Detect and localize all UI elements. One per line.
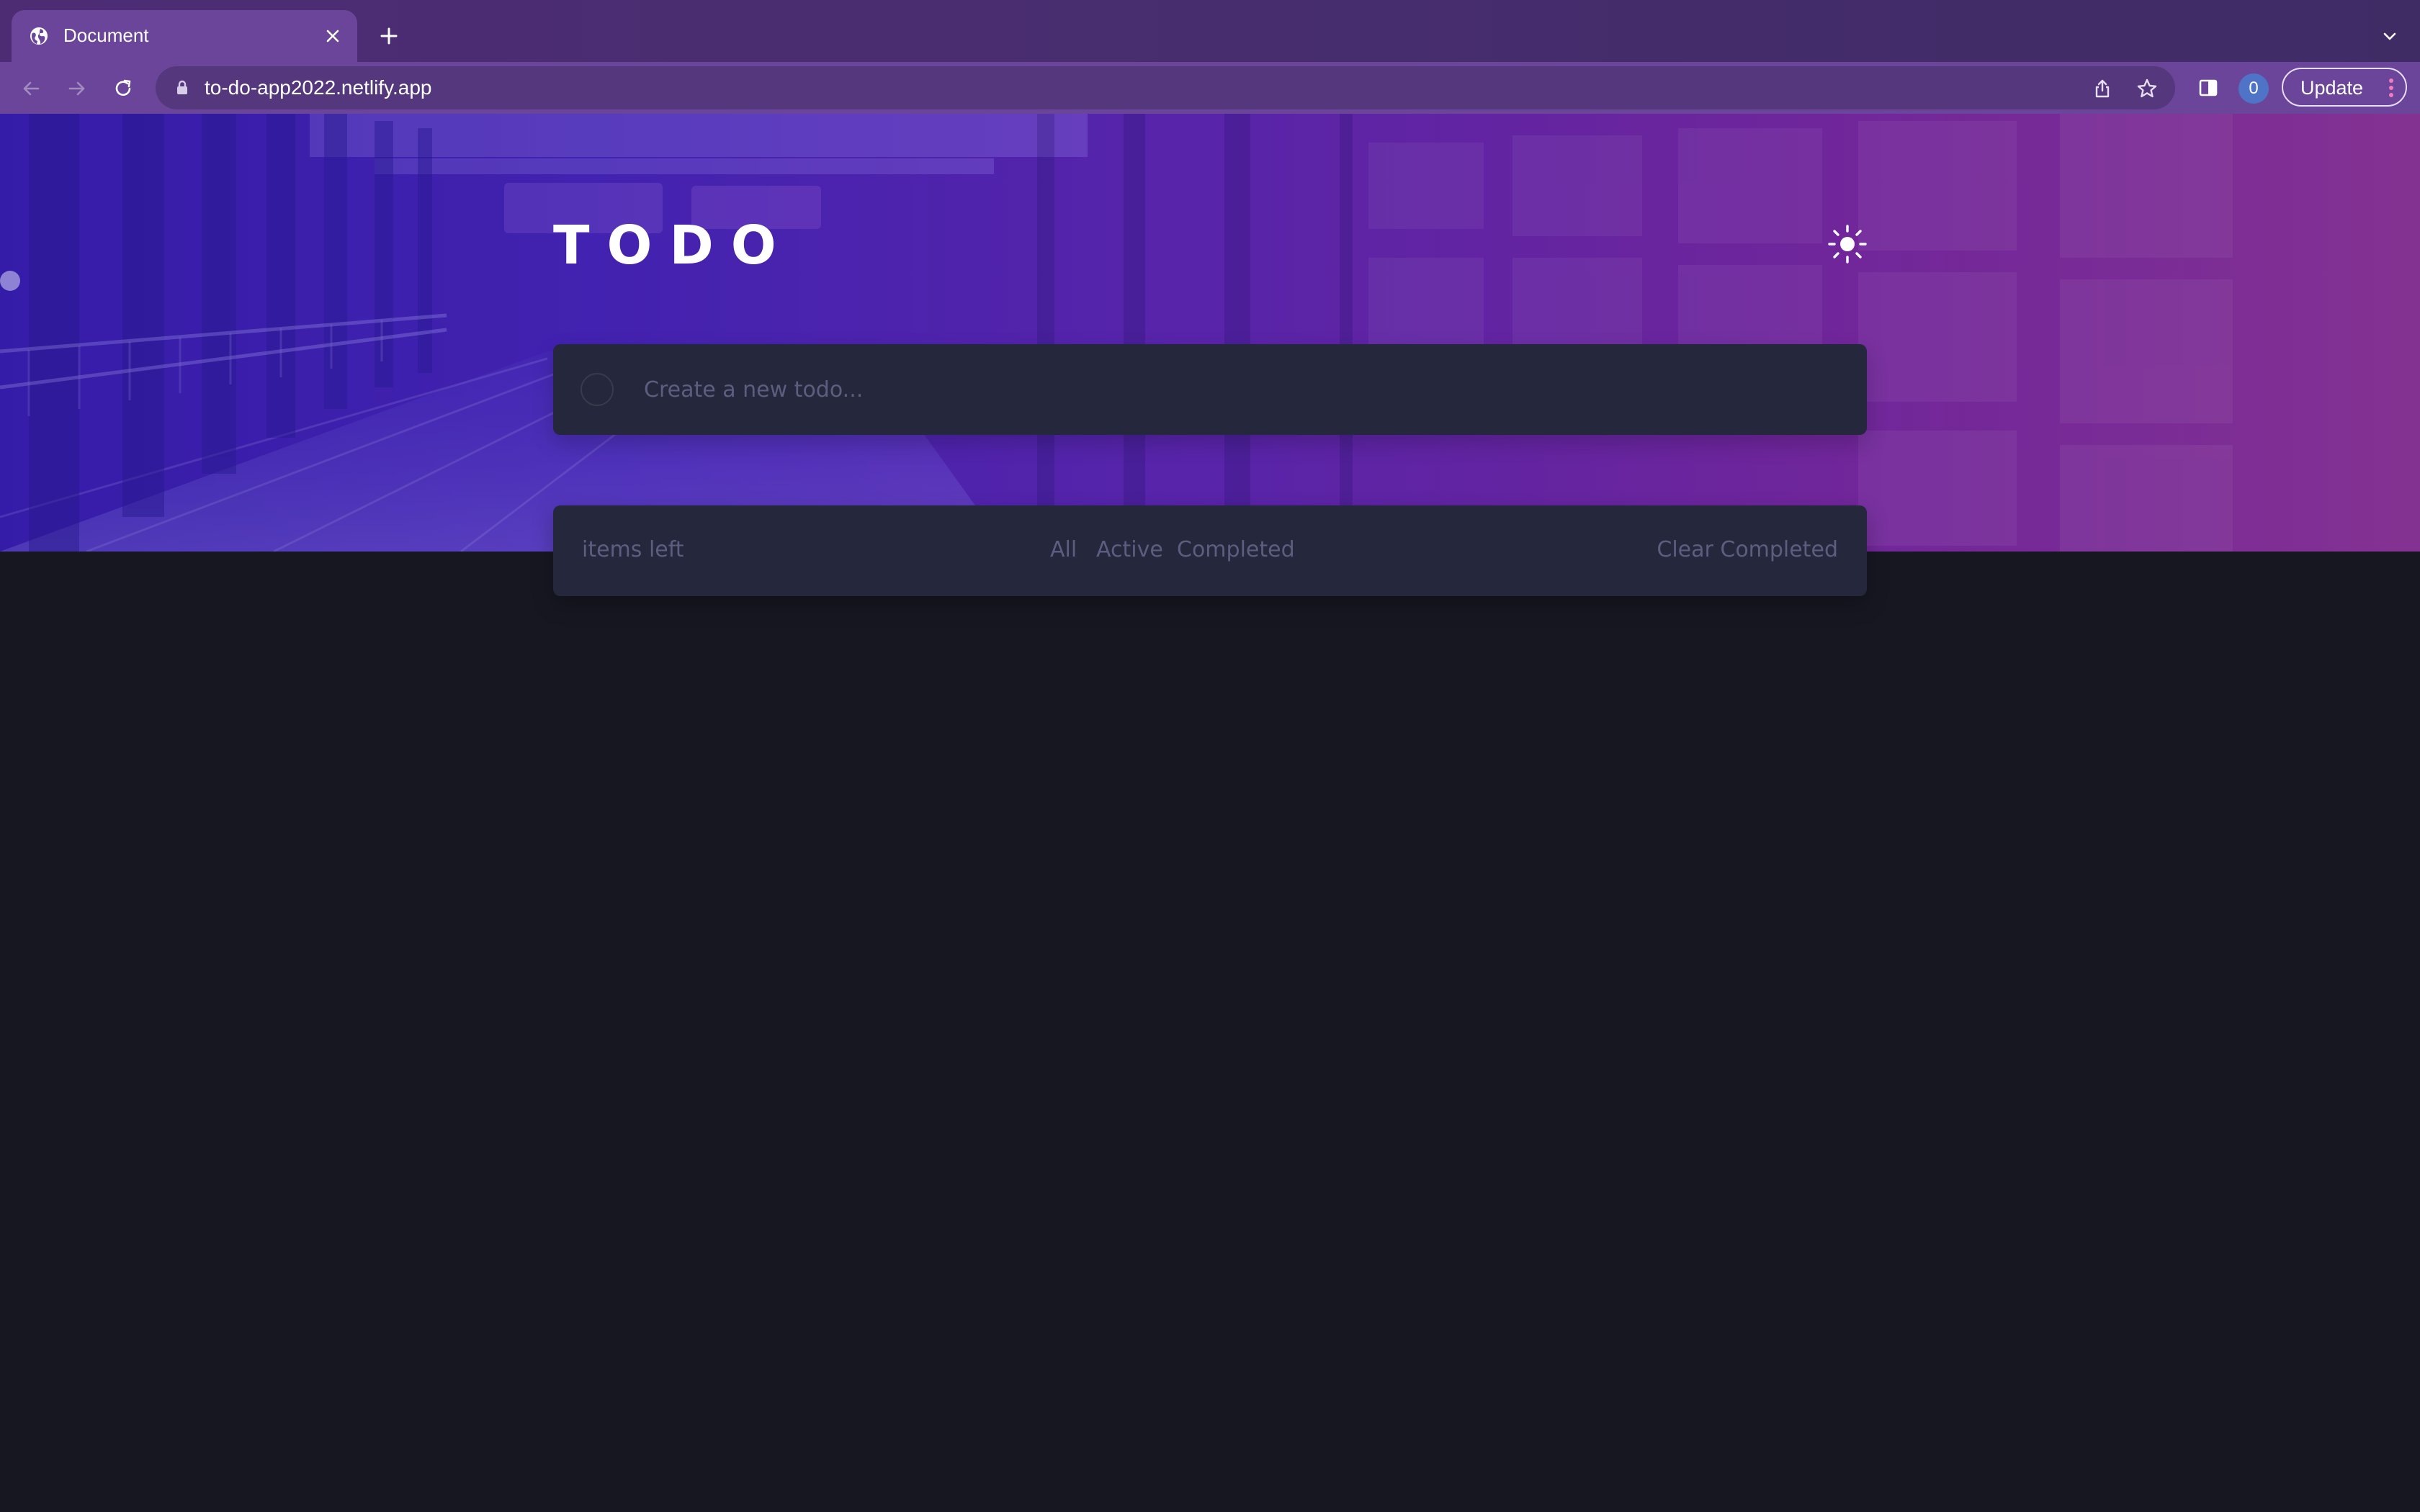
clear-completed-button[interactable]: Clear Completed bbox=[1657, 537, 1838, 563]
filter-active[interactable]: Active bbox=[1096, 537, 1163, 563]
filter-completed[interactable]: Completed bbox=[1177, 537, 1295, 563]
chevron-down-icon[interactable] bbox=[2375, 22, 2404, 50]
more-vertical-icon[interactable] bbox=[2387, 77, 2396, 99]
lock-icon[interactable] bbox=[173, 78, 192, 97]
arrow-left-icon[interactable] bbox=[14, 72, 48, 105]
new-todo-input[interactable] bbox=[644, 364, 1825, 415]
app-title: TODO bbox=[553, 215, 794, 276]
items-left-count: items left bbox=[582, 537, 684, 562]
browser-toolbar: to-do-app2022.netlify.app 0 Update bbox=[0, 62, 2420, 115]
hero-banner: TODO bbox=[0, 114, 2420, 552]
new-todo-card bbox=[553, 344, 1867, 435]
browser-window: Document to-do-app2022.netlify.app 0 Upd… bbox=[0, 0, 2420, 1512]
profile-badge-text: 0 bbox=[2249, 78, 2259, 98]
tab-strip: Document bbox=[0, 0, 2420, 62]
update-button[interactable]: Update bbox=[2282, 68, 2407, 107]
update-label: Update bbox=[2300, 77, 2364, 99]
plus-icon[interactable] bbox=[372, 19, 406, 53]
side-panel-icon[interactable] bbox=[2194, 73, 2223, 102]
url-text[interactable]: to-do-app2022.netlify.app bbox=[205, 76, 432, 99]
todo-footer: items left All Active Completed Clear Co… bbox=[553, 505, 1867, 596]
filter-all[interactable]: All bbox=[1050, 537, 1077, 563]
new-todo-checkbox[interactable] bbox=[581, 373, 614, 406]
close-icon[interactable] bbox=[318, 22, 347, 50]
share-icon[interactable] bbox=[2089, 75, 2116, 102]
hero-background-image bbox=[0, 114, 2420, 552]
address-bar[interactable]: to-do-app2022.netlify.app bbox=[156, 66, 2175, 109]
star-icon[interactable] bbox=[2133, 75, 2161, 102]
arrow-right-icon[interactable] bbox=[60, 72, 94, 105]
sun-icon[interactable] bbox=[1827, 223, 1868, 265]
browser-tab[interactable]: Document bbox=[12, 10, 357, 62]
reload-icon[interactable] bbox=[107, 72, 140, 105]
tab-title: Document bbox=[63, 24, 149, 46]
globe-icon bbox=[29, 26, 49, 46]
profile-avatar[interactable]: 0 bbox=[2238, 73, 2269, 104]
